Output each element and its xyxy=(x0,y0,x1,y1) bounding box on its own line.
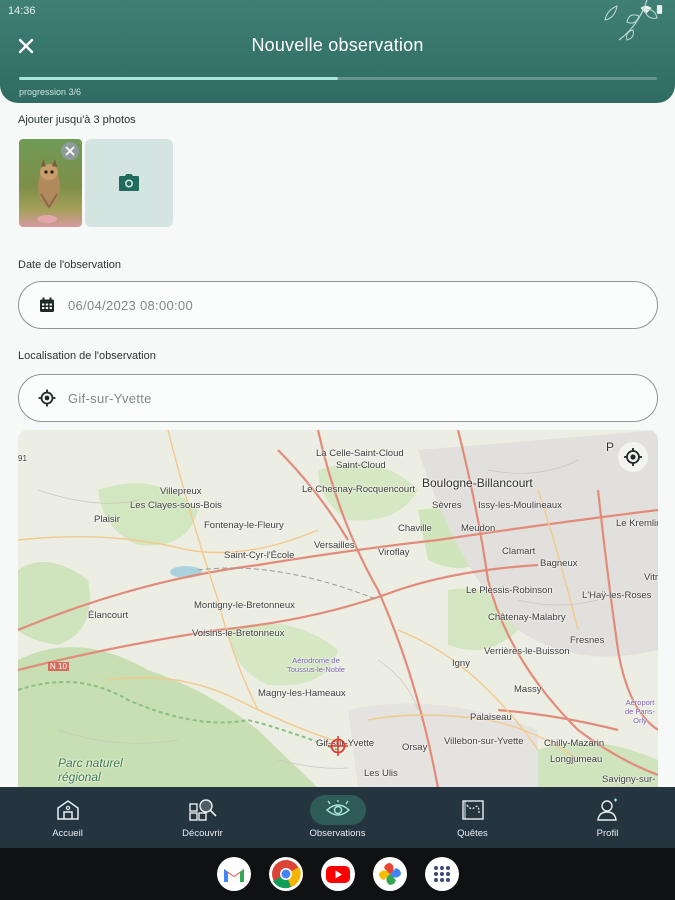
map-place-label: Le Kremlin-Bicêtre xyxy=(616,518,658,529)
map-place-label: Montigny-le-Bretonneux xyxy=(194,600,295,611)
status-time: 14:36 xyxy=(8,5,36,17)
page-title: Nouvelle observation xyxy=(251,35,424,55)
map-place-label: Igny xyxy=(452,658,470,669)
map-place-label: Aérodrome de Toussus-le-Noble xyxy=(287,656,345,674)
quest-map-icon xyxy=(445,795,501,825)
progress-bar xyxy=(19,77,657,80)
remove-photo-button[interactable] xyxy=(61,142,79,160)
map-place-label: Parc naturel régional xyxy=(58,756,123,784)
map-place-label: Chaville xyxy=(398,523,432,534)
map-place-label: Clamart xyxy=(502,546,536,557)
header: 14:36 Nouvelle observation progression 3… xyxy=(0,0,675,103)
map-place-label: Chilly-Mazarin xyxy=(544,738,605,749)
map-place-label: Verrières-le-Buisson xyxy=(484,646,570,657)
map-place-label: Élancourt xyxy=(88,610,129,621)
map-place-label: Meudon xyxy=(461,523,496,534)
date-label: Date de l'observation xyxy=(18,259,121,271)
map-place-label: Villepreux xyxy=(160,486,202,497)
location-label: Localisation de l'observation xyxy=(18,350,156,362)
map-place-label: Magny-les-Hameaux xyxy=(258,688,346,699)
map-road-label: 91 xyxy=(18,454,27,463)
location-field[interactable]: Gif-sur-Yvette xyxy=(18,374,658,422)
map-place-label: Vitr xyxy=(644,572,658,583)
map-place-label: Issy-les-Moulineaux xyxy=(478,500,562,511)
photos-label: Ajouter jusqu'à 3 photos xyxy=(18,114,136,126)
gmail-icon[interactable] xyxy=(216,857,251,891)
map-place-label: Orsay xyxy=(402,742,428,753)
progress-label: progression 3/6 xyxy=(19,87,82,97)
progress-fill xyxy=(19,77,338,80)
calendar-icon xyxy=(37,295,57,315)
system-dock xyxy=(0,848,675,900)
map-place-label: Plaisir xyxy=(94,514,120,525)
map-place-label: Longjumeau xyxy=(550,754,603,765)
my-location-button[interactable] xyxy=(618,442,648,472)
map-place-label: L'Haÿ-les-Roses xyxy=(582,590,652,601)
nav-item-decouvrir[interactable]: Découvrir xyxy=(135,787,270,848)
home-icon xyxy=(40,795,96,825)
nav-label: Accueil xyxy=(52,828,83,839)
nav-item-profil[interactable]: Profil xyxy=(540,787,675,848)
add-photo-button[interactable] xyxy=(85,139,173,227)
nav-label: Profil xyxy=(596,828,619,839)
photos-icon[interactable] xyxy=(372,857,407,891)
nav-label: Observations xyxy=(309,828,366,839)
map-place-label: La Celle-Saint-Cloud xyxy=(316,448,404,459)
map-place-label: Fresnes xyxy=(570,635,605,646)
date-value: 06/04/2023 08:00:00 xyxy=(68,297,193,313)
map-place-label: Villebon-sur-Yvette xyxy=(444,736,524,747)
map-place-label: Saint-Cloud xyxy=(336,460,386,471)
photo-thumbnail[interactable] xyxy=(19,139,82,227)
discover-icon xyxy=(175,795,231,825)
nav-label: Découvrir xyxy=(182,828,223,839)
map-place-label: Les Ulis xyxy=(364,768,398,779)
crosshair-icon xyxy=(37,388,57,408)
map-place-label: Le Plessis-Robinson xyxy=(466,585,553,596)
nav-item-observations[interactable]: Observations xyxy=(270,787,405,848)
youtube-icon[interactable] xyxy=(320,857,355,891)
close-icon xyxy=(65,146,75,156)
map-place-label: Châtenay-Malabry xyxy=(488,612,566,623)
map-place-label: Aéroport de Paris-Orly xyxy=(624,698,655,725)
map-place-label: Massy xyxy=(514,684,542,695)
map-place-label: Le Chesnay-Rocquencourt xyxy=(302,484,416,495)
chrome-icon[interactable] xyxy=(268,857,303,891)
location-value: Gif-sur-Yvette xyxy=(68,390,152,406)
map-road-label: N 10 xyxy=(48,662,69,671)
camera-icon xyxy=(119,174,139,191)
bottom-navigation: Accueil Découvrir Observations Quêtes Pr… xyxy=(0,787,675,848)
map-place-label: Les Clayes-sous-Bois xyxy=(130,500,222,511)
my-location-icon xyxy=(624,448,642,466)
target-marker-icon xyxy=(328,736,348,756)
eye-icon xyxy=(309,795,366,825)
nav-item-accueil[interactable]: Accueil xyxy=(0,787,135,848)
map-place-label: P xyxy=(606,440,615,454)
profile-icon xyxy=(580,795,636,825)
map-place-label: Fontenay-le-Fleury xyxy=(204,520,284,531)
map-place-label: Versailles xyxy=(314,540,355,551)
map-place-label: Palaiseau xyxy=(470,712,512,723)
date-field[interactable]: 06/04/2023 08:00:00 xyxy=(18,281,658,329)
map[interactable]: La Celle-Saint-Cloud Saint-Cloud Boulogn… xyxy=(18,430,658,788)
map-place-label: Voisins-le-Bretonneux xyxy=(192,628,285,639)
app-drawer-icon[interactable] xyxy=(424,857,459,891)
map-place-label: Saint-Cyr-l'École xyxy=(224,550,295,561)
map-place-label: Viroflay xyxy=(378,547,410,558)
map-place-label: Sèvres xyxy=(432,500,462,511)
nav-label: Quêtes xyxy=(457,828,488,839)
nav-item-quetes[interactable]: Quêtes xyxy=(405,787,540,848)
map-place-label: Savigny-sur- xyxy=(602,774,656,785)
map-place-label: Bagneux xyxy=(540,558,578,569)
map-place-label: Boulogne-Billancourt xyxy=(422,476,533,490)
